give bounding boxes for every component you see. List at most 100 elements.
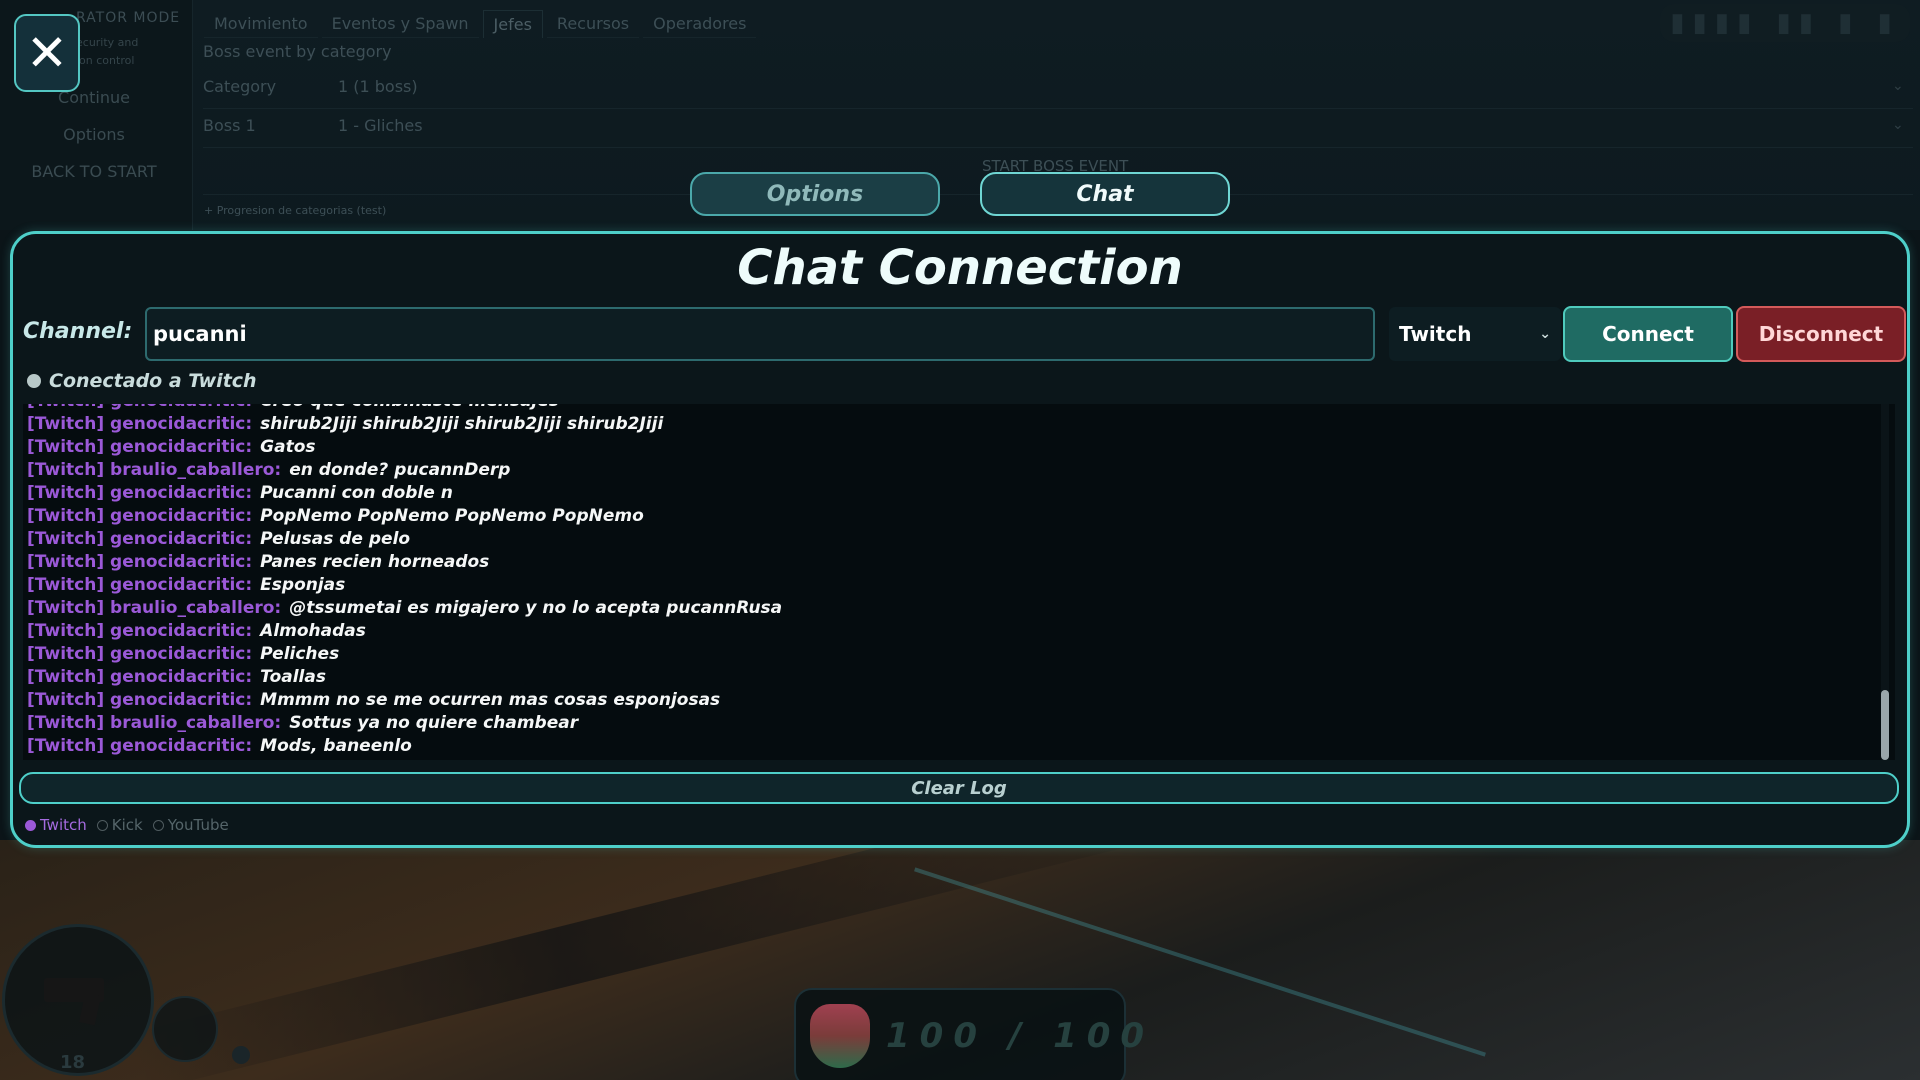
chat-username: [Twitch] genocidacritic: [27, 690, 253, 710]
chevron-down-icon: ⌄ [1892, 78, 1904, 94]
status-dot-icon [27, 374, 41, 388]
channel-label: Channel: [23, 319, 133, 344]
chevron-down-icon: ⌄ [1892, 117, 1904, 133]
chat-message-text: Almohadas [260, 621, 366, 641]
chat-message: [Twitch] genocidacritic: Pelusas de pelo [27, 528, 1867, 551]
chat-log[interactable]: [Twitch] genocidacritic: Creo que combina… [23, 404, 1895, 760]
chat-username: [Twitch] braulio_caballero: [27, 460, 282, 480]
chat-message-text: Mods, baneenlo [260, 736, 412, 756]
tab-recursos[interactable]: Recursos [546, 10, 640, 38]
divider [203, 108, 1913, 109]
category-select[interactable]: 1 (1 boss) [338, 77, 418, 96]
chat-username: [Twitch] genocidacritic: [27, 529, 253, 549]
radio-label: Kick [111, 816, 143, 834]
health-display: 100 / 100 [794, 988, 1144, 1080]
chat-message: [Twitch] genocidacritic: Mmmm no se me oc… [27, 689, 1867, 712]
chat-username: [Twitch] braulio_caballero: [27, 713, 282, 733]
radio-label: Twitch [40, 816, 87, 834]
chat-username: [Twitch] braulio_caballero: [27, 598, 282, 618]
chat-message-text: Pucanni con doble n [260, 483, 453, 503]
logo-glyphs: ▮▮▮▮ ▮▮ ▮ ▮ [1670, 8, 1900, 38]
chat-message-text: Sottus ya no quiere chambear [289, 713, 579, 733]
tab-jefes[interactable]: Jefes [482, 10, 543, 38]
chat-message-text: Gatos [260, 437, 316, 457]
chat-username: [Twitch] genocidacritic: [27, 575, 253, 595]
chat-message-text: Panes recien horneados [260, 552, 490, 572]
platform-dropdown-value: Twitch [1399, 322, 1472, 346]
scrollbar-thumb[interactable] [1881, 690, 1889, 760]
pause-options-button[interactable]: Options [0, 125, 188, 144]
tab-eventos-spawn[interactable]: Eventos y Spawn [321, 10, 479, 38]
chat-connection-panel: Chat Connection Channel: Twitch ⌄ Connec… [10, 231, 1910, 848]
chat-scrollbar[interactable] [1881, 404, 1889, 760]
platform-radio-group: Twitch Kick YouTube [25, 816, 229, 834]
channel-input[interactable] [145, 307, 1375, 361]
chat-message: [Twitch] genocidacritic: Peliches [27, 643, 1867, 666]
pause-subtitle: ecurity and ion control [76, 36, 139, 67]
chat-message: [Twitch] genocidacritic: Pucanni con dobl… [27, 482, 1867, 505]
connection-status: Conectado a Twitch [27, 370, 257, 392]
platform-radio-youtube[interactable]: YouTube [152, 816, 229, 834]
clear-log-button[interactable]: Clear Log [19, 772, 1899, 804]
heart-icon [810, 1004, 870, 1068]
chat-username: [Twitch] genocidacritic: [27, 437, 253, 457]
chat-message: [Twitch] genocidacritic: shirub2Jiji shir… [27, 413, 1867, 436]
platform-radio-twitch[interactable]: Twitch [25, 816, 87, 834]
panel-title: Chat Connection [737, 240, 1183, 296]
section-title: Boss event by category [203, 42, 392, 61]
chat-username: [Twitch] genocidacritic: [27, 736, 253, 756]
tab-operadores[interactable]: Operadores [643, 10, 757, 38]
back-to-start-button[interactable]: BACK TO START [0, 162, 188, 181]
chat-message-text: Mmmm no se me ocurren mas cosas esponjos… [260, 690, 721, 710]
close-icon: ✕ [26, 24, 68, 82]
chevron-down-icon: ⌄ [1539, 326, 1551, 342]
chat-username: [Twitch] genocidacritic: [27, 483, 253, 503]
boss-select[interactable]: 1 - Gliches [338, 116, 423, 135]
chat-username: [Twitch] genocidacritic: [27, 552, 253, 572]
health-text: 100 / 100 [886, 1016, 1155, 1056]
chat-message-text: shirub2Jiji shirub2Jiji shirub2Jiji shir… [260, 414, 664, 434]
radio-label: YouTube [167, 816, 229, 834]
chat-username: [Twitch] genocidacritic: [27, 414, 253, 434]
chat-message: [Twitch] braulio_caballero: en donde? puc… [27, 459, 1867, 482]
chat-message: [Twitch] genocidacritic: Creo que combina… [27, 404, 1867, 413]
chat-message: [Twitch] braulio_caballero: @tssumetai es… [27, 597, 1867, 620]
chat-message: [Twitch] genocidacritic: Mods, baneenlo [27, 735, 1867, 758]
progression-footnote[interactable]: + Progresion de categorias (test) [204, 204, 386, 217]
chat-username: [Twitch] genocidacritic: [27, 621, 253, 641]
platform-dropdown[interactable]: Twitch ⌄ [1389, 307, 1561, 361]
chat-message: [Twitch] genocidacritic: Toallas [27, 666, 1867, 689]
options-tab-button[interactable]: Options [690, 172, 940, 216]
platform-radio-kick[interactable]: Kick [96, 816, 143, 834]
status-text: Conectado a Twitch [49, 370, 257, 392]
chat-tab-button[interactable]: Chat [980, 172, 1230, 216]
chat-message-text: PopNemo PopNemo PopNemo PopNemo [260, 506, 644, 526]
ammo-count: 18 [60, 1052, 86, 1073]
operator-tabs: Movimiento Eventos y Spawn Jefes Recurso… [204, 10, 757, 38]
chat-message: [Twitch] genocidacritic: PopNemo PopNemo … [27, 505, 1867, 528]
tab-movimiento[interactable]: Movimiento [204, 10, 318, 38]
chat-message-text: Toallas [260, 667, 326, 687]
indicator-dot-icon [232, 1046, 250, 1064]
divider [203, 147, 1913, 148]
connect-button[interactable]: Connect [1563, 306, 1733, 362]
chat-message: [Twitch] genocidacritic: Almohadas [27, 620, 1867, 643]
chat-message-text: Creo que combinaste mensajes [260, 404, 559, 411]
radio-dot-icon [96, 819, 108, 831]
chat-message-text: Pelusas de pelo [260, 529, 411, 549]
close-button[interactable]: ✕ [14, 14, 80, 92]
game-screen: RATOR MODE ecurity and ion control Conti… [0, 0, 1920, 1080]
chat-username: [Twitch] genocidacritic: [27, 667, 253, 687]
chat-username: [Twitch] genocidacritic: [27, 644, 253, 664]
chat-message-text: Esponjas [260, 575, 346, 595]
chat-message-text: @tssumetai es migajero y no lo acepta pu… [289, 598, 783, 618]
chat-message-text: en donde? pucannDerp [289, 460, 511, 480]
disconnect-button[interactable]: Disconnect [1736, 306, 1906, 362]
chat-message: [Twitch] genocidacritic: Esponjas [27, 574, 1867, 597]
chat-username: [Twitch] genocidacritic: [27, 506, 253, 526]
chat-username: [Twitch] genocidacritic: [27, 404, 252, 411]
pause-mode-title: RATOR MODE [76, 10, 181, 26]
radio-dot-icon [152, 819, 164, 831]
chat-message-text: Peliches [260, 644, 340, 664]
chat-message: [Twitch] braulio_caballero: Sottus ya no … [27, 712, 1867, 735]
